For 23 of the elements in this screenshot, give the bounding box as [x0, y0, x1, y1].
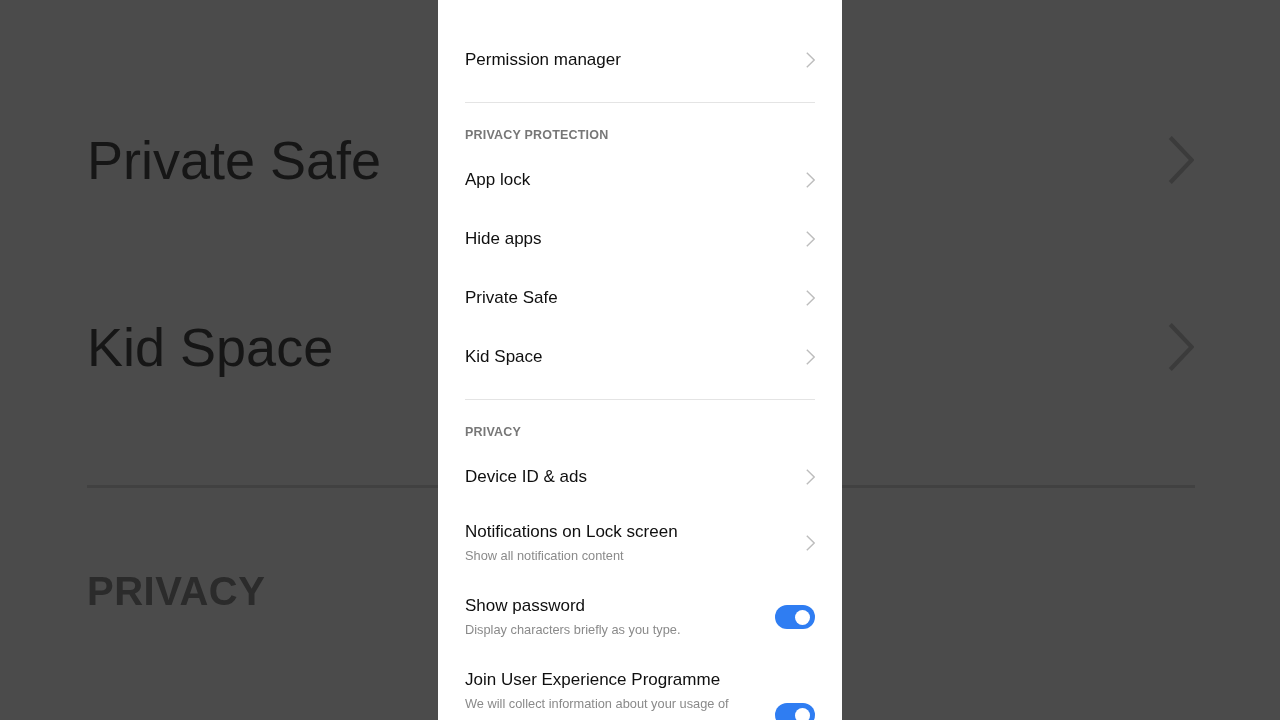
chevron-right-icon — [806, 230, 815, 247]
chevron-right-icon — [806, 171, 815, 188]
setting-label[interactable]: Private Safe — [465, 286, 558, 309]
setting-label[interactable]: Device ID & ads — [465, 465, 587, 488]
setting-label[interactable]: Hide apps — [465, 227, 542, 250]
toggle-switch[interactable] — [775, 703, 815, 720]
setting-label[interactable]: Notifications on Lock screen — [465, 521, 678, 543]
chevron-right-icon — [806, 51, 815, 68]
setting-description: Display characters briefly as you type. — [465, 621, 681, 639]
chevron-right-icon — [806, 468, 815, 485]
toggle-switch[interactable] — [775, 605, 815, 629]
chevron-right-icon — [806, 289, 815, 306]
setting-label[interactable]: Show password — [465, 595, 585, 617]
setting-label[interactable]: Join User Experience Programme — [465, 669, 721, 691]
setting-label[interactable]: Permission manager — [465, 48, 621, 71]
setting-label[interactable]: App lock — [465, 168, 531, 191]
section-header: PRIVACY — [465, 424, 522, 441]
chevron-right-icon — [806, 348, 815, 365]
section-header: PRIVACY PROTECTION — [465, 127, 609, 144]
setting-description: We will collect information about your usage of — [465, 695, 729, 713]
setting-description: Show all notification content — [465, 547, 624, 565]
setting-label[interactable]: Kid Space — [465, 345, 543, 368]
chevron-right-icon — [806, 535, 815, 551]
